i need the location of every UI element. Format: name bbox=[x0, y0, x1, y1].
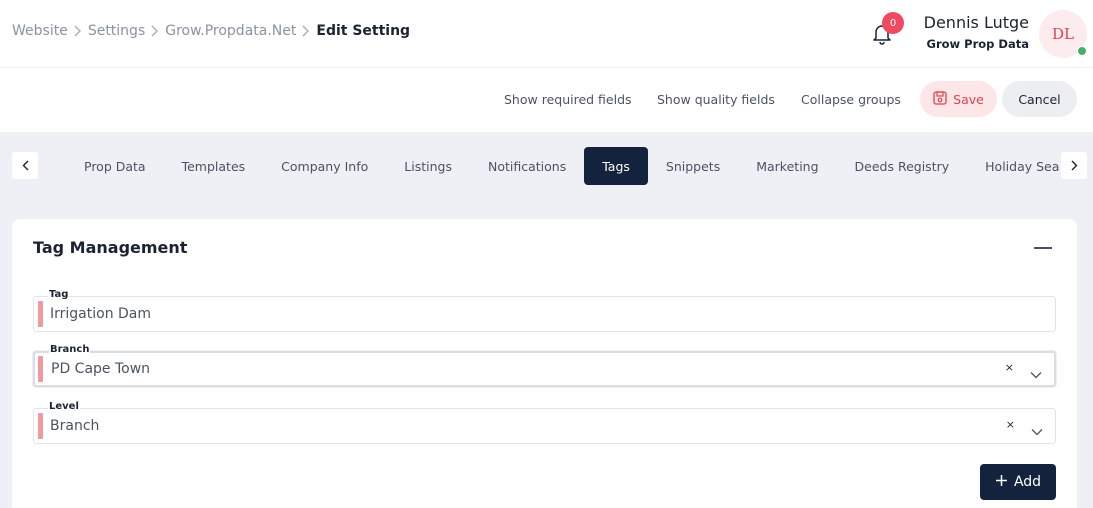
tab-listings[interactable]: Listings bbox=[386, 147, 470, 185]
show-required-fields-button[interactable]: Show required fields bbox=[504, 92, 632, 107]
chevron-left-icon bbox=[22, 156, 29, 175]
breadcrumb: Website Settings Grow.Propdata.Net Edit … bbox=[12, 23, 410, 39]
required-marker bbox=[38, 301, 43, 327]
level-select[interactable]: Level Branch × bbox=[33, 401, 1056, 444]
tab-holiday-season[interactable]: Holiday Season bbox=[967, 147, 1060, 185]
tab-snippets[interactable]: Snippets bbox=[648, 147, 738, 185]
tab-marketing[interactable]: Marketing bbox=[738, 147, 836, 185]
tab-notifications[interactable]: Notifications bbox=[470, 147, 584, 185]
cancel-button[interactable]: Cancel bbox=[1002, 81, 1077, 117]
tag-field[interactable]: Tag Irrigation Dam bbox=[33, 289, 1056, 332]
save-button[interactable]: Save bbox=[920, 81, 997, 117]
card-title: Tag Management bbox=[33, 238, 188, 257]
breadcrumb-website[interactable]: Website bbox=[12, 23, 68, 39]
add-label: Add bbox=[1013, 474, 1042, 490]
tag-label: Tag bbox=[48, 289, 70, 300]
collapse-section-icon[interactable] bbox=[1034, 247, 1052, 249]
tab-prop-data[interactable]: Prop Data bbox=[66, 147, 164, 185]
tabs-scroll-right-button[interactable] bbox=[1061, 152, 1087, 179]
show-quality-fields-button[interactable]: Show quality fields bbox=[657, 92, 775, 107]
required-marker bbox=[38, 356, 43, 382]
branch-clear-icon[interactable]: × bbox=[1005, 361, 1014, 374]
breadcrumb-settings[interactable]: Settings bbox=[88, 23, 145, 39]
level-label: Level bbox=[48, 401, 80, 412]
add-tag-button[interactable]: Add bbox=[980, 464, 1056, 500]
chevron-right-icon bbox=[1071, 156, 1078, 175]
tabs-scroll-left-button[interactable] bbox=[12, 152, 38, 179]
level-value: Branch bbox=[50, 418, 100, 434]
branch-label: Branch bbox=[49, 344, 91, 355]
action-bar: Show required fields Show quality fields… bbox=[0, 67, 1093, 132]
branch-select[interactable]: Branch PD Cape Town × bbox=[33, 344, 1056, 387]
plus-icon bbox=[995, 474, 1008, 491]
tab-tags[interactable]: Tags bbox=[584, 147, 648, 185]
chevron-right-icon bbox=[74, 25, 82, 37]
tag-management-card: Tag Management Tag Irrigation Dam Branch… bbox=[12, 219, 1077, 508]
chevron-down-icon[interactable] bbox=[1031, 421, 1043, 436]
collapse-groups-button[interactable]: Collapse groups bbox=[801, 92, 901, 107]
tag-input[interactable]: Irrigation Dam bbox=[50, 306, 151, 322]
user-org: Grow Prop Data bbox=[926, 37, 1029, 51]
tab-company-info[interactable]: Company Info bbox=[263, 147, 386, 185]
notification-badge: 0 bbox=[882, 12, 904, 34]
online-status-dot bbox=[1077, 46, 1087, 56]
tab-deeds-registry[interactable]: Deeds Registry bbox=[837, 147, 968, 185]
floppy-disk-icon bbox=[933, 90, 947, 108]
user-name: Dennis Lutge bbox=[923, 13, 1029, 32]
level-clear-icon[interactable]: × bbox=[1006, 418, 1015, 431]
breadcrumb-site[interactable]: Grow.Propdata.Net bbox=[165, 23, 296, 39]
chevron-right-icon bbox=[151, 25, 159, 37]
chevron-right-icon bbox=[302, 25, 310, 37]
tabs-bar: Prop Data Templates Company Info Listings No… bbox=[64, 147, 1060, 185]
breadcrumb-current: Edit Setting bbox=[316, 23, 411, 39]
chevron-down-icon[interactable] bbox=[1030, 364, 1042, 379]
top-header: Website Settings Grow.Propdata.Net Edit … bbox=[0, 0, 1093, 67]
branch-value: PD Cape Town bbox=[51, 361, 151, 377]
required-marker bbox=[38, 413, 43, 439]
save-label: Save bbox=[953, 91, 984, 107]
tab-templates[interactable]: Templates bbox=[164, 147, 264, 185]
